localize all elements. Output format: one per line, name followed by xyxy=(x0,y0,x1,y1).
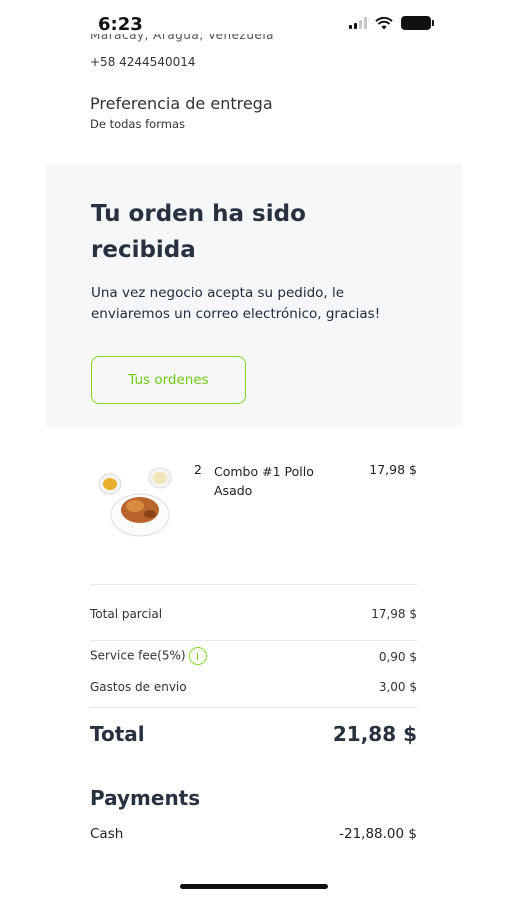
payments-title: Payments xyxy=(90,786,201,810)
divider xyxy=(90,707,417,708)
service-fee-label: Service fee(5%) xyxy=(90,648,186,663)
product-image xyxy=(98,467,172,537)
battery-icon xyxy=(401,16,434,30)
cellular-signal-icon xyxy=(349,17,367,29)
delivery-preference-value: De todas formas xyxy=(90,117,185,131)
service-fee-row: Service fee(5%) i xyxy=(90,647,207,665)
payment-amount: -21,88.00 $ xyxy=(339,826,417,842)
order-confirmation-card: Tu orden ha sido recibida Una vez negoci… xyxy=(46,164,462,427)
confirmation-title: Tu orden ha sido recibida xyxy=(91,201,306,263)
item-name: Combo #1 Pollo Asado xyxy=(214,464,314,498)
subtotal-label: Total parcial xyxy=(90,607,163,621)
subtotal-value: 17,98 $ xyxy=(371,607,417,621)
delivery-preference-title: Preferencia de entrega xyxy=(90,94,273,113)
address-line: Maracay, Aragua, Venezuela xyxy=(90,34,274,42)
item-quantity: 2 xyxy=(194,462,202,477)
status-time: 6:23 xyxy=(98,14,143,35)
divider xyxy=(90,640,417,641)
my-orders-button[interactable]: Tus ordenes xyxy=(91,356,246,404)
shipping-label: Gastos de envio xyxy=(90,680,187,694)
wifi-icon xyxy=(375,16,393,29)
total-value: 21,88 $ xyxy=(332,722,417,746)
home-indicator[interactable] xyxy=(180,884,328,889)
phone-number: +58 4244540014 xyxy=(90,55,196,69)
service-fee-value: 0,90 $ xyxy=(378,650,417,664)
payment-method: Cash xyxy=(90,826,124,842)
shipping-value: 3,00 $ xyxy=(378,680,417,694)
total-label: Total xyxy=(90,722,145,746)
info-icon[interactable]: i xyxy=(188,647,207,665)
confirmation-message: Una vez negocio acepta su pedido, le env… xyxy=(91,285,381,322)
item-price: 17,98 $ xyxy=(369,462,417,477)
status-icons xyxy=(349,16,434,30)
divider xyxy=(90,584,417,585)
